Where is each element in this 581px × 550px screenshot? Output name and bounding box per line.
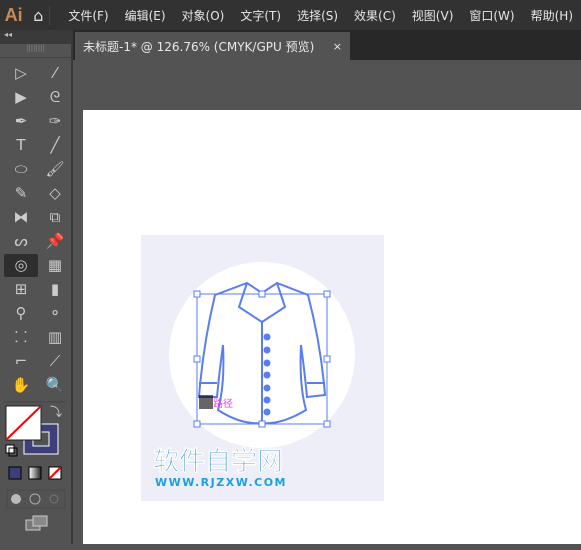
watermark-url: WWW.RJZXW.COM <box>155 476 287 489</box>
zoom-tool-icon[interactable]: 🔍 <box>38 374 72 397</box>
curvature-tool-icon[interactable]: ✑ <box>38 110 72 133</box>
close-icon[interactable]: × <box>333 40 342 53</box>
menu-edit[interactable]: 编辑(E) <box>117 7 174 24</box>
menu-effect[interactable]: 效果(C) <box>346 7 404 24</box>
shirt-artwork[interactable]: 路径 软件自学网 WWW.RJZXW.COM <box>141 235 384 501</box>
magic-wand-tool-icon[interactable]: ⁄ <box>38 62 72 85</box>
selection-tool-icon[interactable]: ▷ <box>4 62 38 85</box>
direct-selection-tool-icon[interactable]: ▶ <box>4 86 38 109</box>
blend-tool-icon[interactable]: ⚬ <box>38 302 72 325</box>
color-controls: ⤵ <box>4 401 66 531</box>
gradient-mode-button[interactable] <box>28 466 42 480</box>
draw-inside-icon[interactable] <box>49 494 59 504</box>
menu-view[interactable]: 视图(V) <box>404 7 462 24</box>
reflect-tool-icon[interactable]: ⧓ <box>4 206 38 229</box>
document-tab-title: 未标题-1* @ 126.76% (CMYK/GPU 预览) <box>83 39 315 54</box>
type-tool-icon[interactable]: T <box>4 134 38 157</box>
eyedropper-tool-icon[interactable]: ⚲ <box>4 302 38 325</box>
knife-tool-icon[interactable]: ⟋ <box>38 350 72 373</box>
document-tab-bar: 未标题-1* @ 126.76% (CMYK/GPU 预览) × <box>73 30 581 60</box>
eraser-tool-icon[interactable]: ◇ <box>38 182 72 205</box>
hand-tool-icon[interactable]: ✋ <box>4 374 38 397</box>
hover-label: 路径 <box>213 397 233 410</box>
shape-builder-tool-icon[interactable]: ◎ <box>4 254 38 277</box>
mesh-tool-icon[interactable]: ⊞ <box>4 278 38 301</box>
canvas[interactable]: 路径 软件自学网 WWW.RJZXW.COM <box>75 60 581 544</box>
ellipse-tool-icon[interactable]: ⬭ <box>4 158 38 181</box>
puppet-warp-tool-icon[interactable]: 📌 <box>38 230 72 253</box>
menu-bar: Ai ⌂ 文件(F) 编辑(E) 对象(O) 文字(T) 选择(S) 效果(C)… <box>0 0 581 30</box>
menu-file[interactable]: 文件(F) <box>60 7 116 24</box>
shape-builder-cursor <box>199 395 213 409</box>
artboard-tool-icon[interactable]: ⌐ <box>4 350 38 373</box>
menu-type[interactable]: 文字(T) <box>232 7 289 24</box>
column-graph-tool-icon[interactable]: ▥ <box>38 326 72 349</box>
watermark-title: 软件自学网 <box>153 446 283 477</box>
menu-help[interactable]: 帮助(H) <box>523 7 581 24</box>
home-icon[interactable]: ⌂ <box>27 5 51 25</box>
tools-panel: ◂◂ |||||||| ▷ ⁄ ▶ ᘓ ✒ ✑ T ╱ ⬭ 🖌 ✎ ◇ ⧓ ⧉ … <box>0 30 73 544</box>
collapse-panel-button[interactable]: ◂◂ <box>0 30 71 44</box>
draw-behind-icon[interactable] <box>29 493 41 505</box>
symbol-sprayer-tool-icon[interactable]: ⸬ <box>4 326 38 349</box>
gradient-tool-icon[interactable]: ▮ <box>38 278 72 301</box>
line-tool-icon[interactable]: ╱ <box>38 134 72 157</box>
default-colors-icon[interactable] <box>5 444 15 454</box>
perspective-grid-tool-icon[interactable]: ▦ <box>38 254 72 277</box>
draw-normal-icon[interactable] <box>11 494 21 504</box>
color-mode-button[interactable] <box>8 466 22 480</box>
menu-select[interactable]: 选择(S) <box>289 7 346 24</box>
document-tab[interactable]: 未标题-1* @ 126.76% (CMYK/GPU 预览) × <box>75 32 350 60</box>
lasso-tool-icon[interactable]: ᘓ <box>38 86 72 109</box>
warp-tool-icon[interactable]: ᔕ <box>4 230 38 253</box>
paintbrush-tool-icon[interactable]: 🖌 <box>38 158 72 181</box>
scale-tool-icon[interactable]: ⧉ <box>38 206 72 229</box>
swap-colors-icon[interactable]: ⤵ <box>50 405 62 419</box>
menu-object[interactable]: 对象(O) <box>174 7 233 24</box>
pencil-tool-icon[interactable]: ✎ <box>4 182 38 205</box>
menu-window[interactable]: 窗口(W) <box>461 7 522 24</box>
artboard[interactable]: 路径 软件自学网 WWW.RJZXW.COM <box>83 110 581 544</box>
panel-grip[interactable]: |||||||| <box>0 44 71 58</box>
app-logo: Ai <box>4 4 23 25</box>
pen-tool-icon[interactable]: ✒ <box>4 110 38 133</box>
